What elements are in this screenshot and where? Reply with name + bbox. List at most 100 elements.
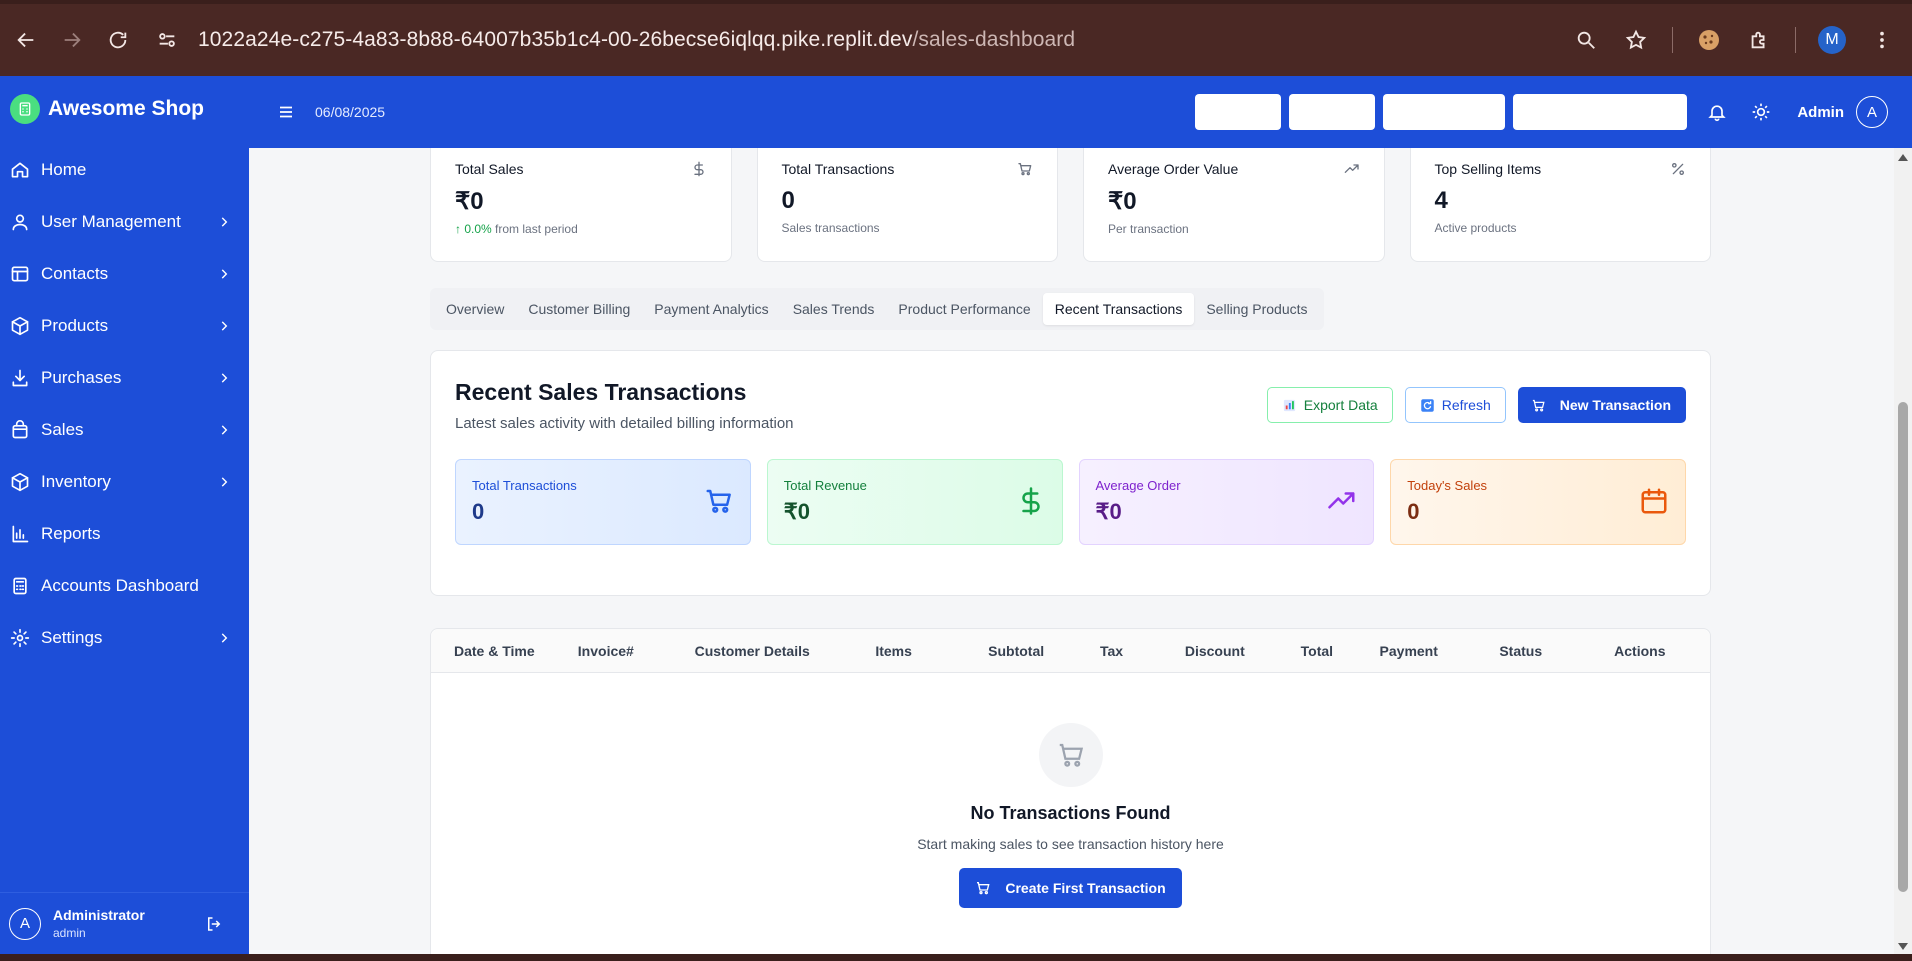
- sidebar-item-accounts-dashboard[interactable]: Accounts Dashboard: [0, 560, 249, 612]
- url-path: /sales-dashboard: [912, 28, 1076, 51]
- summary-value: 0: [472, 499, 485, 524]
- sidebar-item-label: User Management: [41, 212, 181, 231]
- chart-icon: [1283, 399, 1295, 411]
- summary-value: 0: [1407, 499, 1420, 524]
- column-header-subtotal: Subtotal: [988, 642, 1045, 659]
- cart-icon: [1532, 399, 1545, 411]
- stat-subtext: ↑ 0.0% from last period: [455, 222, 578, 236]
- reload-icon[interactable]: [98, 20, 138, 60]
- bell-icon[interactable]: [1707, 102, 1727, 122]
- tab-recent-transactions[interactable]: Recent Transactions: [1042, 293, 1195, 325]
- sidebar-item-label: Inventory: [41, 472, 111, 491]
- tab-sales-trends[interactable]: Sales Trends: [781, 293, 887, 325]
- sidebar-item-home[interactable]: Home: [0, 144, 249, 196]
- panel-title: Recent Sales Transactions: [455, 379, 747, 405]
- sidebar-item-contacts[interactable]: Contacts: [0, 248, 249, 300]
- header-username[interactable]: Admin: [1797, 104, 1844, 121]
- stat-value: ₹0: [1108, 188, 1137, 215]
- refresh-icon: [1420, 398, 1434, 412]
- stat-subtext: Per transaction: [1108, 222, 1189, 236]
- empty-title: No Transactions Found: [970, 803, 1171, 823]
- window-bottom-edge: [0, 954, 1912, 961]
- header-action-button-2[interactable]: [1289, 94, 1376, 130]
- sidebar-item-sales[interactable]: Sales: [0, 404, 249, 456]
- sun-icon[interactable]: [1751, 102, 1771, 122]
- scrollbar-thumb[interactable]: [1898, 402, 1908, 892]
- stat-value: 4: [1434, 187, 1448, 214]
- column-header-customer-details: Customer Details: [694, 642, 810, 659]
- tab-payment-analytics[interactable]: Payment Analytics: [642, 293, 780, 325]
- column-header-invoice-: Invoice#: [577, 642, 634, 659]
- scroll-down-icon[interactable]: [1898, 943, 1908, 950]
- brand[interactable]: Awesome Shop: [0, 76, 249, 142]
- trending-up-icon: [1344, 161, 1360, 177]
- dashboard-tabs: Overview Customer Billing Payment Analytic…: [430, 288, 1324, 330]
- sidebar-item-inventory[interactable]: Inventory: [0, 456, 249, 508]
- tab-product-performance[interactable]: Product Performance: [886, 293, 1042, 325]
- trending-up-icon: [1327, 486, 1357, 516]
- chevron-right-icon: [221, 477, 228, 487]
- chevron-right-icon: [221, 321, 228, 331]
- profile-avatar[interactable]: M: [1812, 20, 1852, 60]
- header-action-button-3[interactable]: [1383, 94, 1506, 130]
- header-action-button-1[interactable]: [1195, 94, 1282, 130]
- cart-icon: [977, 882, 990, 895]
- create-first-transaction-label: Create First Transaction: [1005, 880, 1166, 896]
- header-action-button-4[interactable]: [1513, 94, 1688, 130]
- forward-icon[interactable]: [52, 20, 92, 60]
- export-data-button[interactable]: Export Data: [1266, 387, 1393, 423]
- sidebar-item-reports[interactable]: Reports: [0, 508, 249, 560]
- refresh-button[interactable]: Refresh: [1404, 387, 1506, 423]
- summary-card-total-transactions: Total Transactions 0: [455, 459, 751, 545]
- dollar-icon: [1016, 486, 1046, 516]
- main-content: Total Sales ₹0 ↑ 0.0% from last period Tota…: [249, 148, 1894, 954]
- extensions-puzzle-icon[interactable]: [1739, 20, 1779, 60]
- sidebar-item-user-management[interactable]: User Management: [0, 196, 249, 248]
- summary-value: ₹0: [783, 499, 810, 524]
- page-scrollbar[interactable]: [1894, 148, 1912, 954]
- scroll-up-icon[interactable]: [1898, 154, 1908, 161]
- calendar-icon: [1639, 486, 1669, 516]
- header-avatar[interactable]: A: [1856, 96, 1888, 128]
- site-settings-icon[interactable]: [156, 29, 178, 51]
- tab-overview[interactable]: Overview: [434, 293, 516, 325]
- sidebar-nav: Home User Management Contacts Products Purch…: [0, 144, 249, 664]
- bookmark-star-icon[interactable]: [1616, 20, 1656, 60]
- cookie-extension-icon[interactable]: [1689, 20, 1729, 60]
- sidebar-item-purchases[interactable]: Purchases: [0, 352, 249, 404]
- user-icon: [10, 212, 30, 232]
- empty-cart-icon: [1038, 723, 1103, 787]
- cart-icon: [704, 486, 734, 516]
- stat-card: Total Sales ₹0 ↑ 0.0% from last period: [430, 148, 732, 262]
- sidebar-item-label: Accounts Dashboard: [41, 576, 199, 595]
- chevron-right-icon: [221, 373, 228, 383]
- back-icon[interactable]: [6, 20, 46, 60]
- summary-card-total-revenue: Total Revenue ₹0: [766, 459, 1063, 545]
- stat-card: Top Selling Items 4 Active products: [1409, 148, 1711, 262]
- summary-value: ₹0: [1095, 499, 1122, 524]
- bag-icon: [10, 420, 30, 440]
- create-first-transaction-button[interactable]: Create First Transaction: [959, 868, 1182, 908]
- url-host: 1022a24e-c275-4a83-8b88-64007b35b1c4-00-…: [198, 28, 913, 51]
- tab-customer-billing[interactable]: Customer Billing: [516, 293, 642, 325]
- toolbar-divider: [1795, 27, 1796, 53]
- box-icon: [10, 316, 30, 336]
- brand-name: Awesome Shop: [48, 97, 204, 120]
- summary-card-today-s-sales: Today's Sales 0: [1390, 459, 1686, 545]
- new-transaction-button[interactable]: New Transaction: [1517, 387, 1686, 423]
- trend-up-value: ↑ 0.0%: [455, 222, 492, 236]
- zoom-icon[interactable]: [1566, 20, 1606, 60]
- summary-label: Total Revenue: [783, 478, 867, 493]
- logout-icon[interactable]: [205, 915, 223, 933]
- panel-subtitle: Latest sales activity with detailed bill…: [455, 415, 794, 432]
- summary-cards: Total Transactions 0 Total Revenue ₹0 Averag…: [455, 459, 1686, 545]
- new-transaction-label: New Transaction: [1559, 397, 1671, 413]
- sidebar-item-settings[interactable]: Settings: [0, 612, 249, 664]
- sidebar-item-products[interactable]: Products: [0, 300, 249, 352]
- tab-selling-products[interactable]: Selling Products: [1194, 293, 1319, 325]
- column-header-status: Status: [1499, 642, 1543, 659]
- summary-card-average-order: Average Order ₹0: [1078, 459, 1375, 545]
- menu-toggle-icon[interactable]: [277, 103, 295, 121]
- address-bar[interactable]: 1022a24e-c275-4a83-8b88-64007b35b1c4-00-…: [156, 28, 1566, 52]
- browser-menu-icon[interactable]: [1862, 20, 1902, 60]
